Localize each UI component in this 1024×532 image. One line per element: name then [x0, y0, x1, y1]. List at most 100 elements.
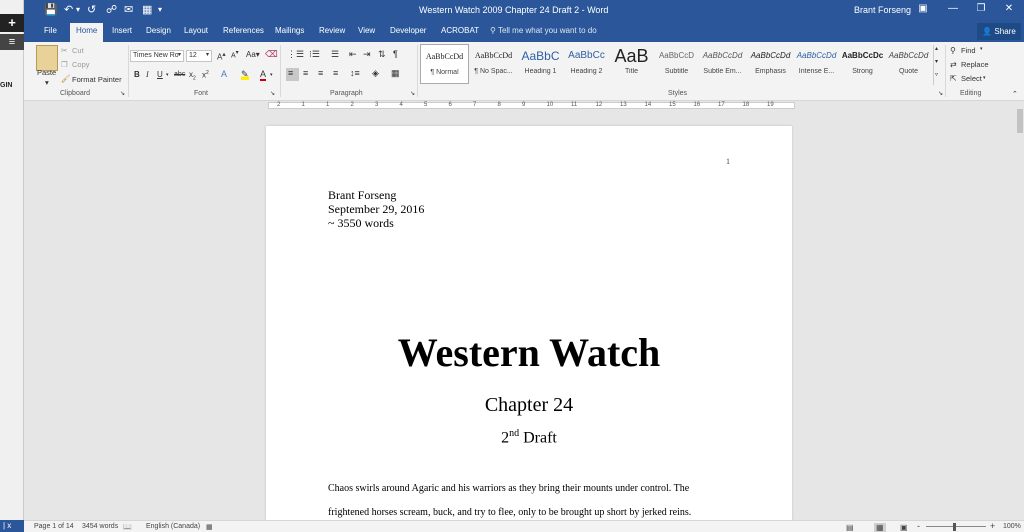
- language[interactable]: English (Canada): [146, 523, 200, 530]
- paste-dropdown-icon[interactable]: ▾: [45, 78, 49, 87]
- add-icon[interactable]: +: [0, 14, 24, 32]
- style-subtle-emphasis[interactable]: AaBbCcDd Subtle Em...: [698, 44, 747, 84]
- tab-references[interactable]: References: [223, 26, 264, 35]
- highlight-icon[interactable]: ✎: [241, 69, 249, 80]
- zoom-out-button[interactable]: -: [917, 521, 920, 531]
- subscript-icon[interactable]: x2: [189, 70, 196, 82]
- increase-indent-icon[interactable]: ⇥: [363, 49, 371, 60]
- tab-mailings[interactable]: Mailings: [275, 26, 304, 35]
- save-icon[interactable]: 💾: [44, 3, 58, 16]
- shading-icon[interactable]: ◈: [372, 68, 379, 79]
- cut-button[interactable]: Cut: [72, 46, 84, 55]
- scroll-down-icon[interactable]: ▾: [935, 58, 938, 65]
- tab-insert[interactable]: Insert: [112, 26, 132, 35]
- font-name-box[interactable]: Times New Ro: [130, 50, 184, 62]
- font-color-icon[interactable]: A: [260, 69, 267, 81]
- style-quote[interactable]: AaBbCcDd Quote: [884, 44, 933, 84]
- tab-home[interactable]: Home: [70, 23, 104, 42]
- proofing-icon[interactable]: 📖: [123, 523, 132, 531]
- hamburger-menu-icon[interactable]: ≡: [0, 34, 24, 50]
- align-center-icon[interactable]: ≡: [303, 68, 308, 78]
- font-size-dropdown-icon[interactable]: ▾: [206, 51, 209, 58]
- scroll-up-icon[interactable]: ▴: [935, 45, 938, 52]
- web-layout-icon[interactable]: ▣: [900, 523, 908, 532]
- style-normal[interactable]: AaBbCcDd ¶ Normal: [420, 44, 469, 84]
- style-strong[interactable]: AaBbCcDc Strong: [838, 44, 887, 84]
- touch-mode-icon[interactable]: ☍: [106, 3, 117, 16]
- bullets-icon[interactable]: ⋮☰: [287, 49, 304, 60]
- bold-icon[interactable]: B: [134, 70, 140, 79]
- style-intense-emphasis[interactable]: AaBbCcDd Intense E...: [792, 44, 841, 84]
- align-right-icon[interactable]: ≡: [318, 68, 323, 78]
- zoom-level[interactable]: 100%: [1003, 523, 1021, 530]
- style-subtitle[interactable]: AaBbCcD Subtitle: [652, 44, 701, 84]
- multilevel-list-icon[interactable]: ☰: [331, 49, 339, 60]
- shrink-font-icon[interactable]: A▾: [231, 50, 239, 59]
- italic-icon[interactable]: I: [146, 70, 149, 79]
- restore-icon[interactable]: ❐: [970, 3, 992, 14]
- sort-icon[interactable]: ⇅: [378, 49, 386, 60]
- document-page[interactable]: 1 Brant Forseng September 29, 2016 ~ 355…: [266, 126, 792, 520]
- font-launcher-icon[interactable]: ↘: [270, 90, 275, 97]
- zoom-slider[interactable]: [926, 526, 986, 527]
- share-button[interactable]: 👤 Share: [977, 23, 1021, 40]
- paragraph-launcher-icon[interactable]: ↘: [410, 90, 415, 97]
- numbering-icon[interactable]: ⁝☰: [309, 49, 320, 60]
- close-icon[interactable]: ✕: [998, 3, 1020, 14]
- underline-icon[interactable]: U: [157, 70, 163, 79]
- style-heading-2[interactable]: AaBbCc Heading 2: [562, 44, 611, 84]
- collapse-ribbon-icon[interactable]: ⌃: [1012, 90, 1018, 98]
- change-case-icon[interactable]: Aa▾: [246, 50, 260, 59]
- clear-formatting-icon[interactable]: ⌫: [265, 49, 278, 60]
- styles-scroll[interactable]: ▴ ▾ ▿: [933, 45, 942, 85]
- superscript-icon[interactable]: x2: [202, 70, 209, 80]
- style-title[interactable]: AaB Title: [607, 44, 656, 84]
- customize-qat-icon[interactable]: ▾: [158, 5, 162, 14]
- clipboard-launcher-icon[interactable]: ↘: [120, 90, 125, 97]
- decrease-indent-icon[interactable]: ⇤: [349, 49, 357, 60]
- text-effects-icon[interactable]: A: [221, 69, 227, 79]
- justify-icon[interactable]: ≡: [333, 68, 338, 78]
- align-left-icon[interactable]: ≡: [286, 68, 299, 81]
- style-emphasis[interactable]: AaBbCcDd Emphasis: [746, 44, 795, 84]
- read-mode-icon[interactable]: ▤: [846, 523, 854, 532]
- zoom-slider-thumb[interactable]: [953, 523, 956, 531]
- ruler-bar[interactable]: 2 1 1 2 3 4 5 6 7 8 9 10 11 12 13 14 15 16 17 18 19: [268, 102, 795, 109]
- grow-font-icon[interactable]: A▴: [217, 50, 226, 62]
- underline-dropdown-icon[interactable]: ▾: [166, 72, 169, 78]
- more-styles-icon[interactable]: ▿: [935, 71, 938, 78]
- copy-button[interactable]: Copy: [72, 60, 90, 69]
- page-count[interactable]: Page 1 of 14: [34, 523, 74, 530]
- tab-design[interactable]: Design: [146, 26, 171, 35]
- quick-access-icon[interactable]: ▦: [142, 3, 152, 16]
- tab-layout[interactable]: Layout: [184, 26, 208, 35]
- replace-button[interactable]: Replace: [961, 60, 989, 69]
- tell-me-box[interactable]: ⚲ Tell me what you want to do: [490, 26, 597, 35]
- user-name[interactable]: Brant Forseng: [854, 5, 911, 15]
- ribbon-display-options-icon[interactable]: ▣: [912, 3, 934, 14]
- tab-file[interactable]: File: [44, 26, 57, 35]
- macro-icon[interactable]: ▦: [206, 523, 213, 531]
- borders-icon[interactable]: ▦: [391, 68, 400, 79]
- email-icon[interactable]: ✉: [124, 3, 133, 16]
- minimize-icon[interactable]: —: [942, 3, 964, 14]
- horizontal-ruler[interactable]: 2 1 1 2 3 4 5 6 7 8 9 10 11 12 13 14 15 16 17 18 19: [24, 101, 1024, 111]
- tab-developer[interactable]: Developer: [390, 26, 426, 35]
- style-heading-1[interactable]: AaBbC Heading 1: [516, 44, 565, 84]
- find-dropdown-icon[interactable]: ▾: [980, 46, 983, 52]
- scrollbar-thumb[interactable]: [1017, 109, 1023, 133]
- select-dropdown-icon[interactable]: ▾: [983, 75, 986, 81]
- undo-dropdown-icon[interactable]: ▾: [76, 5, 80, 14]
- styles-launcher-icon[interactable]: ↘: [938, 90, 943, 97]
- zoom-in-button[interactable]: +: [990, 521, 995, 531]
- paste-button[interactable]: Paste: [37, 68, 56, 77]
- show-marks-icon[interactable]: ¶: [393, 49, 398, 59]
- select-button[interactable]: Select: [961, 74, 982, 83]
- line-spacing-icon[interactable]: ↕≡: [350, 68, 360, 78]
- format-painter-button[interactable]: Format Painter: [72, 75, 122, 84]
- font-color-dropdown-icon[interactable]: ▾: [270, 72, 273, 78]
- strikethrough-icon[interactable]: abc: [174, 71, 185, 78]
- word-count[interactable]: 3454 words: [82, 523, 118, 530]
- redo-icon[interactable]: ↺: [87, 3, 96, 16]
- find-button[interactable]: Find: [961, 46, 976, 55]
